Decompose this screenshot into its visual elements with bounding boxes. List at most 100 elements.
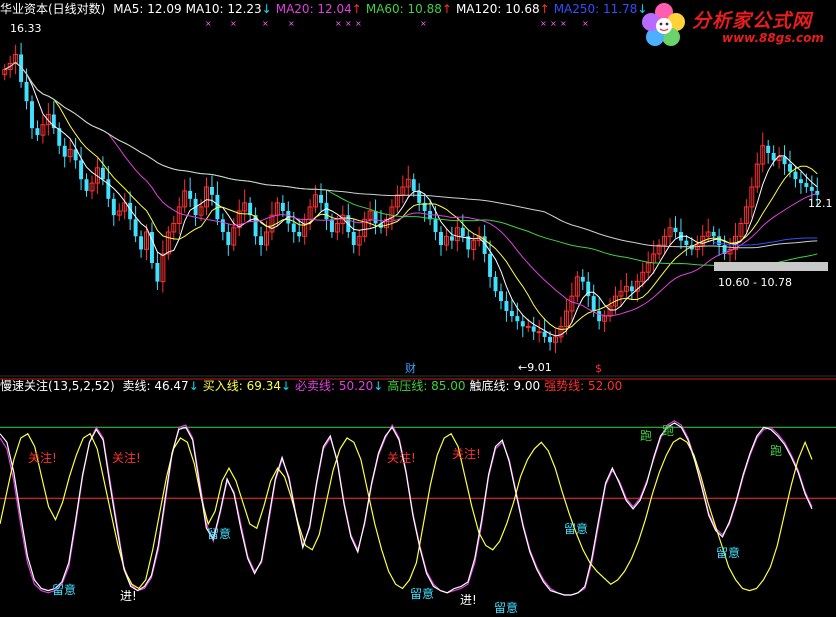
- indicator-header: 慢速关注(13,5,2,52) 卖线: 46.47↓ 买入线: 69.34↓ 必卖线…: [0, 377, 626, 395]
- signal-label: 关注!: [387, 450, 416, 465]
- ma-line-MA20: [4, 61, 818, 317]
- candle-body-down: [597, 311, 602, 322]
- candle-body-down: [84, 179, 89, 191]
- ma-value: MA60: 10.88: [365, 2, 442, 16]
- ma-value: MA250: 11.78: [553, 2, 638, 16]
- candle-body-down: [684, 240, 689, 246]
- signal-label: 进!: [460, 593, 477, 607]
- candle-body-down: [259, 236, 264, 246]
- ma-label-5: MA250: 11.78↓: [554, 2, 648, 16]
- price-annotation: 16.33: [10, 22, 42, 35]
- signal-x-marker: ×: [262, 19, 269, 28]
- candle-body-down: [297, 231, 302, 237]
- signal-label: 关注!: [112, 450, 141, 465]
- candle-body-down: [79, 160, 84, 180]
- candle-body-down: [809, 186, 814, 191]
- ma-line-MA120: [4, 61, 818, 249]
- support-band: [714, 262, 828, 271]
- candle-body-down: [35, 128, 40, 136]
- candle-body-down: [493, 276, 498, 292]
- indicator-label: 必卖线: 50.20: [295, 379, 374, 393]
- ma-value: MA120: 10.68: [455, 2, 540, 16]
- candle-body-down: [188, 190, 193, 199]
- candle-body-down: [548, 336, 553, 343]
- site-logo[interactable]: 分析家公式网 www.88gs.com: [640, 2, 836, 52]
- price-annotation: 财: [405, 361, 416, 375]
- price-annotations: 16.33←9.0112.110.60 - 10.78财 $× × × × × × × × × × ×…: [10, 19, 833, 375]
- ma-line-MA60: [4, 61, 818, 271]
- signal-x-marker: ×: [550, 19, 557, 28]
- ma-label-3: MA60: 10.88↑: [366, 2, 452, 16]
- trend-arrow-icon: ↑: [539, 2, 550, 16]
- candle-body-down: [220, 219, 225, 232]
- signal-label: 进!: [120, 589, 137, 603]
- candle-body-up: [536, 331, 542, 334]
- candle-body-down: [329, 219, 334, 232]
- signal-x-marker: ×: [540, 19, 547, 28]
- indicator-name: 慢速关注: [0, 379, 49, 393]
- candle-body-down: [580, 276, 585, 282]
- price-annotation: ←9.01: [518, 361, 552, 374]
- candle-body-down: [155, 262, 160, 282]
- stock-name: 华业资本(日线对数): [0, 2, 106, 16]
- candle-body-down: [499, 291, 503, 302]
- signal-label: 跑: [662, 424, 674, 438]
- trend-arrow-icon: ↓: [373, 379, 384, 393]
- indicator-label: 高压线: 85.00: [387, 379, 466, 393]
- logo-url: www.88gs.com: [722, 31, 824, 45]
- candle-body-down: [509, 311, 514, 317]
- candle-body-down: [139, 236, 144, 250]
- signal-x-marker: ×: [288, 19, 295, 28]
- candle-body-down: [766, 145, 771, 154]
- stock-chart[interactable]: 16.33←9.0112.110.60 - 10.78财 $× × × × × × × × × × ×…: [0, 0, 836, 617]
- indicator-value-4: 触底线: 9.00: [470, 379, 541, 393]
- signal-label: 留意: [52, 582, 76, 597]
- trend-arrow-icon: ↓: [188, 379, 199, 393]
- candle-body-down: [319, 194, 323, 203]
- indicator-value-3: 高压线: 85.00: [387, 379, 465, 393]
- indicator-value-0: 卖线: 46.47↓: [122, 379, 198, 393]
- signal-x-marker: ×: [560, 19, 567, 28]
- candle-body-down: [460, 227, 465, 237]
- indicator-label: 强势线: 52.00: [544, 379, 623, 393]
- price-annotation: 12.1: [808, 197, 833, 210]
- candle-body-down: [417, 190, 422, 203]
- signal-label: 留意: [410, 586, 434, 601]
- candle-body-down: [291, 223, 296, 232]
- candle-body-down: [24, 81, 29, 102]
- signal-x-marker: ×: [582, 19, 589, 28]
- candlestick-series: [2, 42, 820, 354]
- signal-x-marker: ×: [205, 19, 212, 28]
- ma-label-0: MA5: 12.09: [113, 2, 181, 16]
- candle-body-down: [488, 253, 493, 277]
- ma-label-4: MA120: 10.68↑: [456, 2, 550, 16]
- candle-body-down: [30, 101, 34, 129]
- indicator-params: (13,5,2,52): [48, 379, 115, 393]
- signal-label: 跑: [770, 444, 782, 458]
- candle-body-down: [226, 231, 231, 246]
- candle-body-down: [411, 179, 416, 191]
- signal-label: 关注!: [28, 450, 57, 465]
- signal-x-marker: ×: [355, 19, 362, 28]
- candle-body-down: [373, 211, 378, 224]
- candle-body-down: [280, 202, 285, 212]
- moving-average-lines: [4, 61, 818, 337]
- main-chart-header: 华业资本(日线对数) MA5: 12.09 MA10: 12.23↓ MA20: 1…: [0, 0, 651, 18]
- indicator-value-2: 必卖线: 50.20↓: [295, 379, 383, 393]
- trend-arrow-icon: ↑: [441, 2, 452, 16]
- signal-x-marker: ×: [335, 19, 342, 28]
- candle-body-down: [515, 316, 520, 322]
- indicator-lines: [0, 420, 836, 596]
- indicator-label: 卖线: 46.47: [122, 379, 189, 393]
- candle-body-down: [531, 326, 536, 332]
- candle-body-down: [711, 231, 716, 237]
- candle-body-down: [324, 202, 329, 220]
- candle-body-down: [449, 236, 454, 241]
- signal-label: 留意: [494, 600, 518, 615]
- indicator-label: 触底线: 9.00: [469, 379, 541, 393]
- flower-logo-icon: [642, 3, 685, 46]
- signal-label: 留意: [207, 526, 231, 541]
- candle-body-down: [100, 167, 105, 180]
- ma-line-MA10: [4, 61, 818, 331]
- candle-body-down: [673, 227, 678, 232]
